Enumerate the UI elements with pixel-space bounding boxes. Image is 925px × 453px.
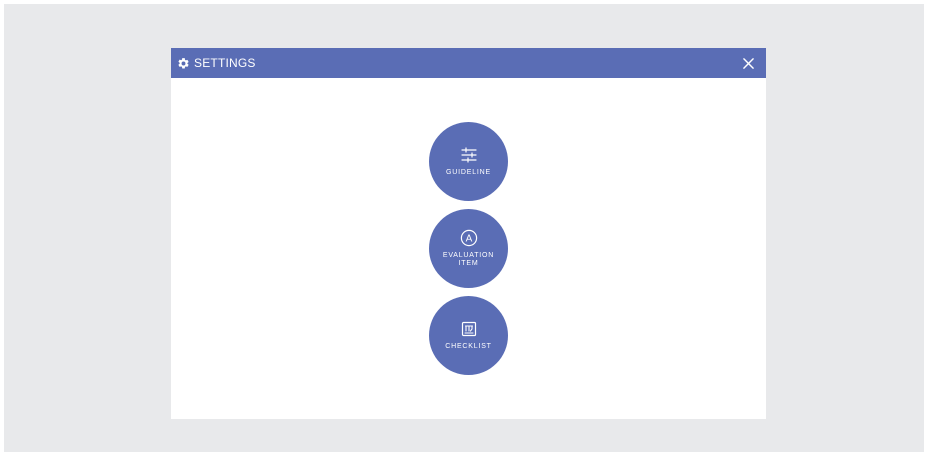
page-background: SETTINGS GUIDELINE A EVALUATION ITEM CHE… [4, 4, 924, 452]
checklist-button[interactable]: CHECKLIST [429, 296, 508, 375]
evaluation-item-label-line2: ITEM [458, 260, 479, 267]
checklist-label: CHECKLIST [445, 343, 492, 350]
close-icon[interactable] [742, 57, 754, 69]
gear-icon [177, 57, 190, 70]
sliders-icon [460, 146, 478, 164]
evaluation-item-label: EVALUATION ITEM [439, 252, 499, 268]
close-button[interactable] [740, 55, 756, 71]
svg-text:A: A [465, 234, 472, 245]
dialog-titlebar: SETTINGS [171, 48, 766, 78]
evaluation-item-button[interactable]: A EVALUATION ITEM [429, 209, 508, 288]
checklist-icon [460, 320, 478, 338]
guideline-button[interactable]: GUIDELINE [429, 122, 508, 201]
dialog-title: SETTINGS [194, 56, 256, 70]
settings-dialog: SETTINGS GUIDELINE A EVALUATION ITEM CHE… [171, 48, 766, 419]
guideline-label: GUIDELINE [446, 169, 491, 176]
evaluation-item-label-line1: EVALUATION [442, 252, 495, 259]
circled-a-icon: A [460, 229, 478, 247]
